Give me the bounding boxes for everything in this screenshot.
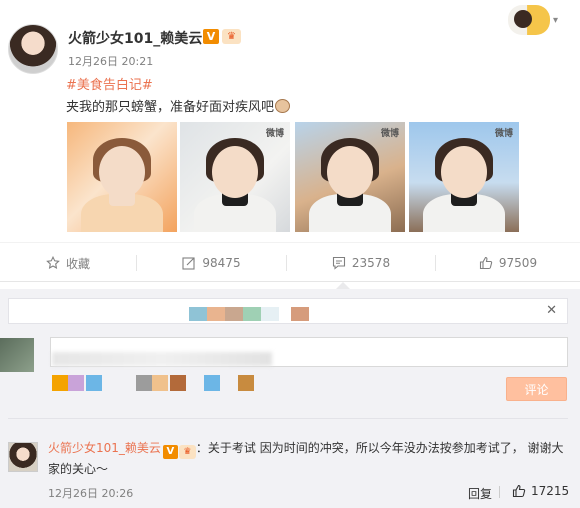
comment-time: 12月26日 20:26 [48, 487, 134, 500]
emoji-tool-icon[interactable] [68, 375, 84, 391]
notice-emoji-icon [207, 307, 225, 321]
comment-button[interactable]: 23578 [287, 243, 435, 283]
favorite-button[interactable]: 收藏 [0, 243, 136, 283]
mention-tool-icon[interactable] [152, 375, 168, 391]
like-button[interactable]: 97509 [436, 243, 580, 283]
verified-badge-icon[interactable]: V [203, 29, 219, 44]
notice-emoji-icon [225, 307, 243, 321]
post-photo-2[interactable]: 微博 [180, 122, 290, 232]
photo-watermark: 微博 [265, 129, 284, 139]
sticker-tool-icon[interactable] [238, 375, 254, 391]
author-avatar[interactable] [8, 24, 58, 74]
post-time[interactable]: 12月26日 20:21 [68, 53, 153, 69]
member-crown-icon[interactable]: ♛ [222, 29, 241, 44]
post-photo-3[interactable]: 微博 [295, 122, 405, 232]
submit-comment-button[interactable]: 评论 [506, 377, 567, 401]
photo-watermark: 微博 [380, 129, 399, 139]
post-text: 夹我的那只螃蟹，准备好面对疾风吧 [66, 96, 291, 115]
comment-action-divider [499, 486, 500, 498]
dog-emoji-icon [275, 99, 291, 113]
photo-figure-face [99, 146, 145, 198]
reply-button[interactable]: 回复 [468, 485, 492, 502]
comment-pointer-arrow [336, 282, 350, 289]
verified-badge-icon[interactable]: V [162, 445, 178, 459]
star-icon [46, 256, 60, 269]
my-avatar[interactable] [0, 338, 34, 372]
video-tool-icon[interactable] [170, 375, 186, 391]
photo-watermark: 微博 [494, 129, 513, 139]
repost-button[interactable]: 98475 [137, 243, 286, 283]
comment-like-button[interactable]: 17215 [512, 484, 569, 498]
notice-emoji-icon [243, 307, 261, 321]
comment-input-placeholder [52, 352, 272, 366]
photo-figure-face [441, 146, 487, 198]
notice-emoji-icon [189, 307, 207, 321]
weibo-post-card: 火箭少女101_赖美云 V ♛ 12月26日 20:21 #美食告白记# 夹我的… [0, 0, 580, 242]
member-crown-icon[interactable]: ♛ [178, 445, 196, 459]
comment-count: 23578 [351, 256, 391, 270]
account-avatar-face [514, 10, 532, 28]
hashtag-link[interactable]: #美食告白记# [66, 74, 153, 93]
notice-emoji-icon [261, 307, 279, 321]
thumbs-up-icon [512, 484, 526, 498]
like-count: 97509 [498, 256, 538, 270]
comment-like-count: 17215 [531, 484, 570, 498]
commenter-avatar[interactable] [8, 442, 38, 472]
comment-icon [332, 256, 345, 270]
photo-figure-face [327, 146, 373, 198]
gif-tool-icon[interactable] [204, 375, 220, 391]
chevron-down-icon[interactable]: ▾ [553, 15, 558, 26]
thumbs-up-icon [479, 256, 493, 270]
commenter-name[interactable]: 火箭少女101_赖美云 [48, 441, 161, 455]
repost-count: 98475 [202, 256, 241, 270]
image-tool-icon[interactable] [86, 375, 102, 391]
photo-figure-face [212, 146, 258, 198]
topic-tool-icon[interactable] [136, 375, 152, 391]
post-photo-1[interactable] [67, 122, 177, 232]
favorite-label: 收藏 [65, 256, 90, 271]
comment-divider [8, 418, 568, 419]
repost-icon [182, 257, 195, 270]
emoji-tool-icon[interactable] [52, 375, 68, 391]
post-text-content: 夹我的那只螃蟹，准备好面对疾风吧 [66, 100, 275, 115]
author-name[interactable]: 火箭少女101_赖美云 [68, 28, 202, 48]
close-icon[interactable]: ✕ [546, 303, 557, 318]
notice-emoji-icon [291, 307, 309, 321]
account-avatar[interactable] [508, 5, 550, 35]
post-action-bar: 收藏 98475 23578 97509 [0, 242, 580, 282]
comment-notice-bar: ✕ [8, 298, 568, 324]
comment-item: 火箭少女101_赖美云 V ♛ ：关于考试 因为时间的冲突，所以今年没办法按参加考试了… [48, 438, 568, 479]
post-photo-4[interactable]: 微博 [409, 122, 519, 232]
